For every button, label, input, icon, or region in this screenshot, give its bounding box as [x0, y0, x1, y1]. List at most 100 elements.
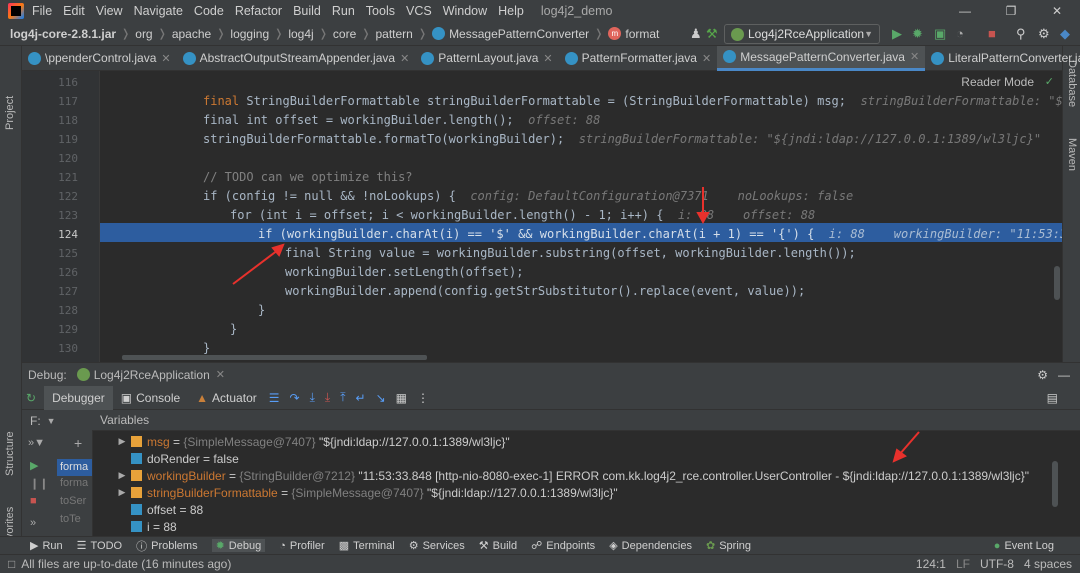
tab-debugger[interactable]: Debugger [44, 385, 113, 410]
code-line-124[interactable]: if (workingBuilder.charAt(i) == '$' && w… [258, 227, 1062, 241]
code-line-122[interactable]: if (config != null && !noLookups) { conf… [203, 189, 853, 203]
run-icon[interactable]: ▶ [892, 26, 902, 42]
code-line-119[interactable]: stringBuilderFormattable.formatTo(workin… [203, 132, 1041, 146]
menu-help[interactable]: Help [498, 4, 524, 18]
toolwindow-run[interactable]: ▶ Run [30, 539, 63, 553]
pause-icon[interactable]: ❙❙ [30, 477, 48, 490]
tab-appender-control[interactable]: \ppenderControl.java ✕ [22, 46, 177, 71]
menu-edit[interactable]: Edit [63, 4, 85, 18]
minimize-icon[interactable]: — [942, 0, 988, 22]
tab-pattern-formatter[interactable]: PatternFormatter.java ✕ [559, 46, 718, 71]
breadcrumb-core[interactable]: core [333, 27, 356, 41]
maven-tool-label[interactable]: Maven [1066, 138, 1078, 171]
stop-icon[interactable]: ■ [30, 495, 37, 507]
horizontal-scrollbar[interactable] [122, 355, 427, 360]
indent-setting[interactable]: 4 spaces [1024, 557, 1072, 571]
search-icon[interactable]: ⚲ [1016, 26, 1026, 42]
variable-row-stringbuilderformattable[interactable]: ▶ stringBuilderFormattable = {SimpleMess… [115, 484, 618, 501]
more-icon[interactable]: ⋮ [417, 391, 429, 405]
code-line-118[interactable]: final int offset = workingBuilder.length… [203, 113, 600, 127]
run-configuration-select[interactable]: Log4j2RceApplication ▼ [724, 24, 880, 44]
gear-icon[interactable]: ⚙ [1037, 368, 1048, 382]
close-window-icon[interactable]: ✕ [1034, 0, 1080, 22]
menu-tools[interactable]: Tools [366, 4, 395, 18]
vertical-scrollbar[interactable] [1054, 266, 1060, 300]
variable-row-msg[interactable]: ▶ msg = {SimpleMessage@7407} "${jndi:lda… [115, 433, 510, 450]
breadcrumb-method[interactable]: format [625, 27, 659, 41]
toolbox-icon[interactable]: ◆ [1060, 26, 1070, 42]
reader-mode-toggle[interactable]: Reader Mode [961, 75, 1034, 89]
close-session-icon[interactable]: ✕ [216, 368, 225, 381]
frames-list[interactable]: »▼ + ▶ ❙❙ ■ forma forma toSer toTe » [22, 431, 92, 536]
menu-vcs[interactable]: VCS [406, 4, 432, 18]
drop-frame-icon[interactable]: ↵ [356, 391, 366, 405]
variable-row-dorender[interactable]: doRender = false [129, 450, 239, 467]
double-chevron-icon[interactable]: »▼ [28, 437, 45, 449]
code-line-123[interactable]: for (int i = offset; i < workingBuilder.… [230, 208, 815, 222]
menu-file[interactable]: File [32, 4, 52, 18]
debug-icon[interactable]: ✹ [912, 26, 923, 42]
tab-message-pattern-converter[interactable]: MessagePatternConverter.java ✕ [717, 45, 926, 71]
code-line-128[interactable]: } [258, 303, 265, 317]
double-chevron-icon[interactable]: » [30, 517, 36, 529]
breadcrumb-class[interactable]: MessagePatternConverter [449, 27, 589, 41]
frame-item[interactable]: toTe [60, 513, 81, 525]
hammer-icon[interactable]: ⚒ [706, 26, 718, 42]
expand-arrow-icon[interactable]: ▶ [115, 487, 129, 498]
rerun-icon[interactable]: ↻ [26, 391, 36, 405]
variable-row-offset[interactable]: offset = 88 [129, 501, 203, 518]
hide-icon[interactable]: — [1058, 368, 1070, 382]
menu-code[interactable]: Code [194, 4, 224, 18]
chevron-down-icon[interactable]: ▼ [47, 416, 56, 426]
frame-item[interactable]: forma [57, 459, 92, 476]
project-tool-label[interactable]: Project [4, 96, 16, 130]
layout-icon[interactable]: ▤ [1047, 391, 1058, 405]
structure-tool-label[interactable]: Structure [4, 431, 16, 476]
breadcrumb-logging[interactable]: logging [230, 27, 269, 41]
toolwindow-endpoints[interactable]: ☍ Endpoints [531, 539, 595, 553]
toolwindow-profiler[interactable]: ◔ Profiler [279, 540, 325, 552]
debug-session-tab[interactable]: Log4j2RceApplication [94, 368, 210, 382]
menu-build[interactable]: Build [293, 4, 321, 18]
step-out-icon[interactable]: ⤒ [340, 390, 345, 405]
menu-navigate[interactable]: Navigate [134, 4, 183, 18]
code-line-127[interactable]: workingBuilder.append(config.getStrSubst… [285, 284, 805, 298]
user-icon[interactable]: ♟ [690, 26, 702, 42]
toolwindow-debug[interactable]: ✹ Debug [211, 539, 266, 552]
frame-item[interactable]: forma [60, 477, 88, 489]
close-tab-icon[interactable]: ✕ [161, 52, 170, 65]
breadcrumb-jar[interactable]: log4j-core-2.8.1.jar [10, 27, 116, 41]
breadcrumb-log4j[interactable]: log4j [288, 27, 313, 41]
toolwindow-todo[interactable]: ☰ TODO [77, 539, 122, 553]
close-tab-icon[interactable]: ✕ [702, 52, 711, 65]
close-tab-icon[interactable]: ✕ [910, 50, 919, 63]
menu-window[interactable]: Window [443, 4, 487, 18]
breadcrumb-apache[interactable]: apache [172, 27, 211, 41]
expand-arrow-icon[interactable]: ▶ [115, 470, 129, 481]
resume-icon[interactable]: ▶ [30, 459, 38, 472]
menu-refactor[interactable]: Refactor [235, 4, 282, 18]
expand-arrow-icon[interactable]: ▶ [115, 436, 129, 447]
force-step-into-icon[interactable]: ⤓ [325, 390, 330, 405]
profiler-icon[interactable]: ◔ [956, 26, 964, 41]
toolwindow-dependencies[interactable]: ◈ Dependencies [609, 539, 692, 553]
file-encoding[interactable]: UTF-8 [980, 557, 1014, 571]
menu-view[interactable]: View [96, 4, 123, 18]
toolwindow-spring[interactable]: ✿ Spring [706, 539, 751, 553]
code-line-121[interactable]: // TODO can we optimize this? [203, 170, 413, 184]
code-line-130[interactable]: } [203, 341, 210, 355]
show-execution-point-icon[interactable]: ☰ [269, 391, 280, 405]
coverage-icon[interactable]: ▣ [934, 26, 946, 42]
code-line-126[interactable]: workingBuilder.setLength(offset); [285, 265, 523, 279]
variable-row-i[interactable]: i = 88 [129, 518, 177, 535]
toolwindow-problems[interactable]: ⓘ Problems [136, 538, 197, 554]
step-into-icon[interactable]: ⤓ [310, 390, 315, 405]
close-tab-icon[interactable]: ✕ [400, 52, 409, 65]
toolwindow-build[interactable]: ⚒ Build [479, 539, 517, 553]
breadcrumb-pattern[interactable]: pattern [375, 27, 412, 41]
tab-abstract-output-stream-appender[interactable]: AbstractOutputStreamAppender.java ✕ [177, 46, 416, 71]
tab-literal-pattern-converter[interactable]: LiteralPatternConverter.java✕ [925, 46, 1080, 71]
menu-run[interactable]: Run [332, 4, 355, 18]
code-line-117[interactable]: final StringBuilderFormattable stringBui… [203, 94, 1062, 108]
toolwindow-services[interactable]: ⚙ Services [409, 539, 465, 553]
